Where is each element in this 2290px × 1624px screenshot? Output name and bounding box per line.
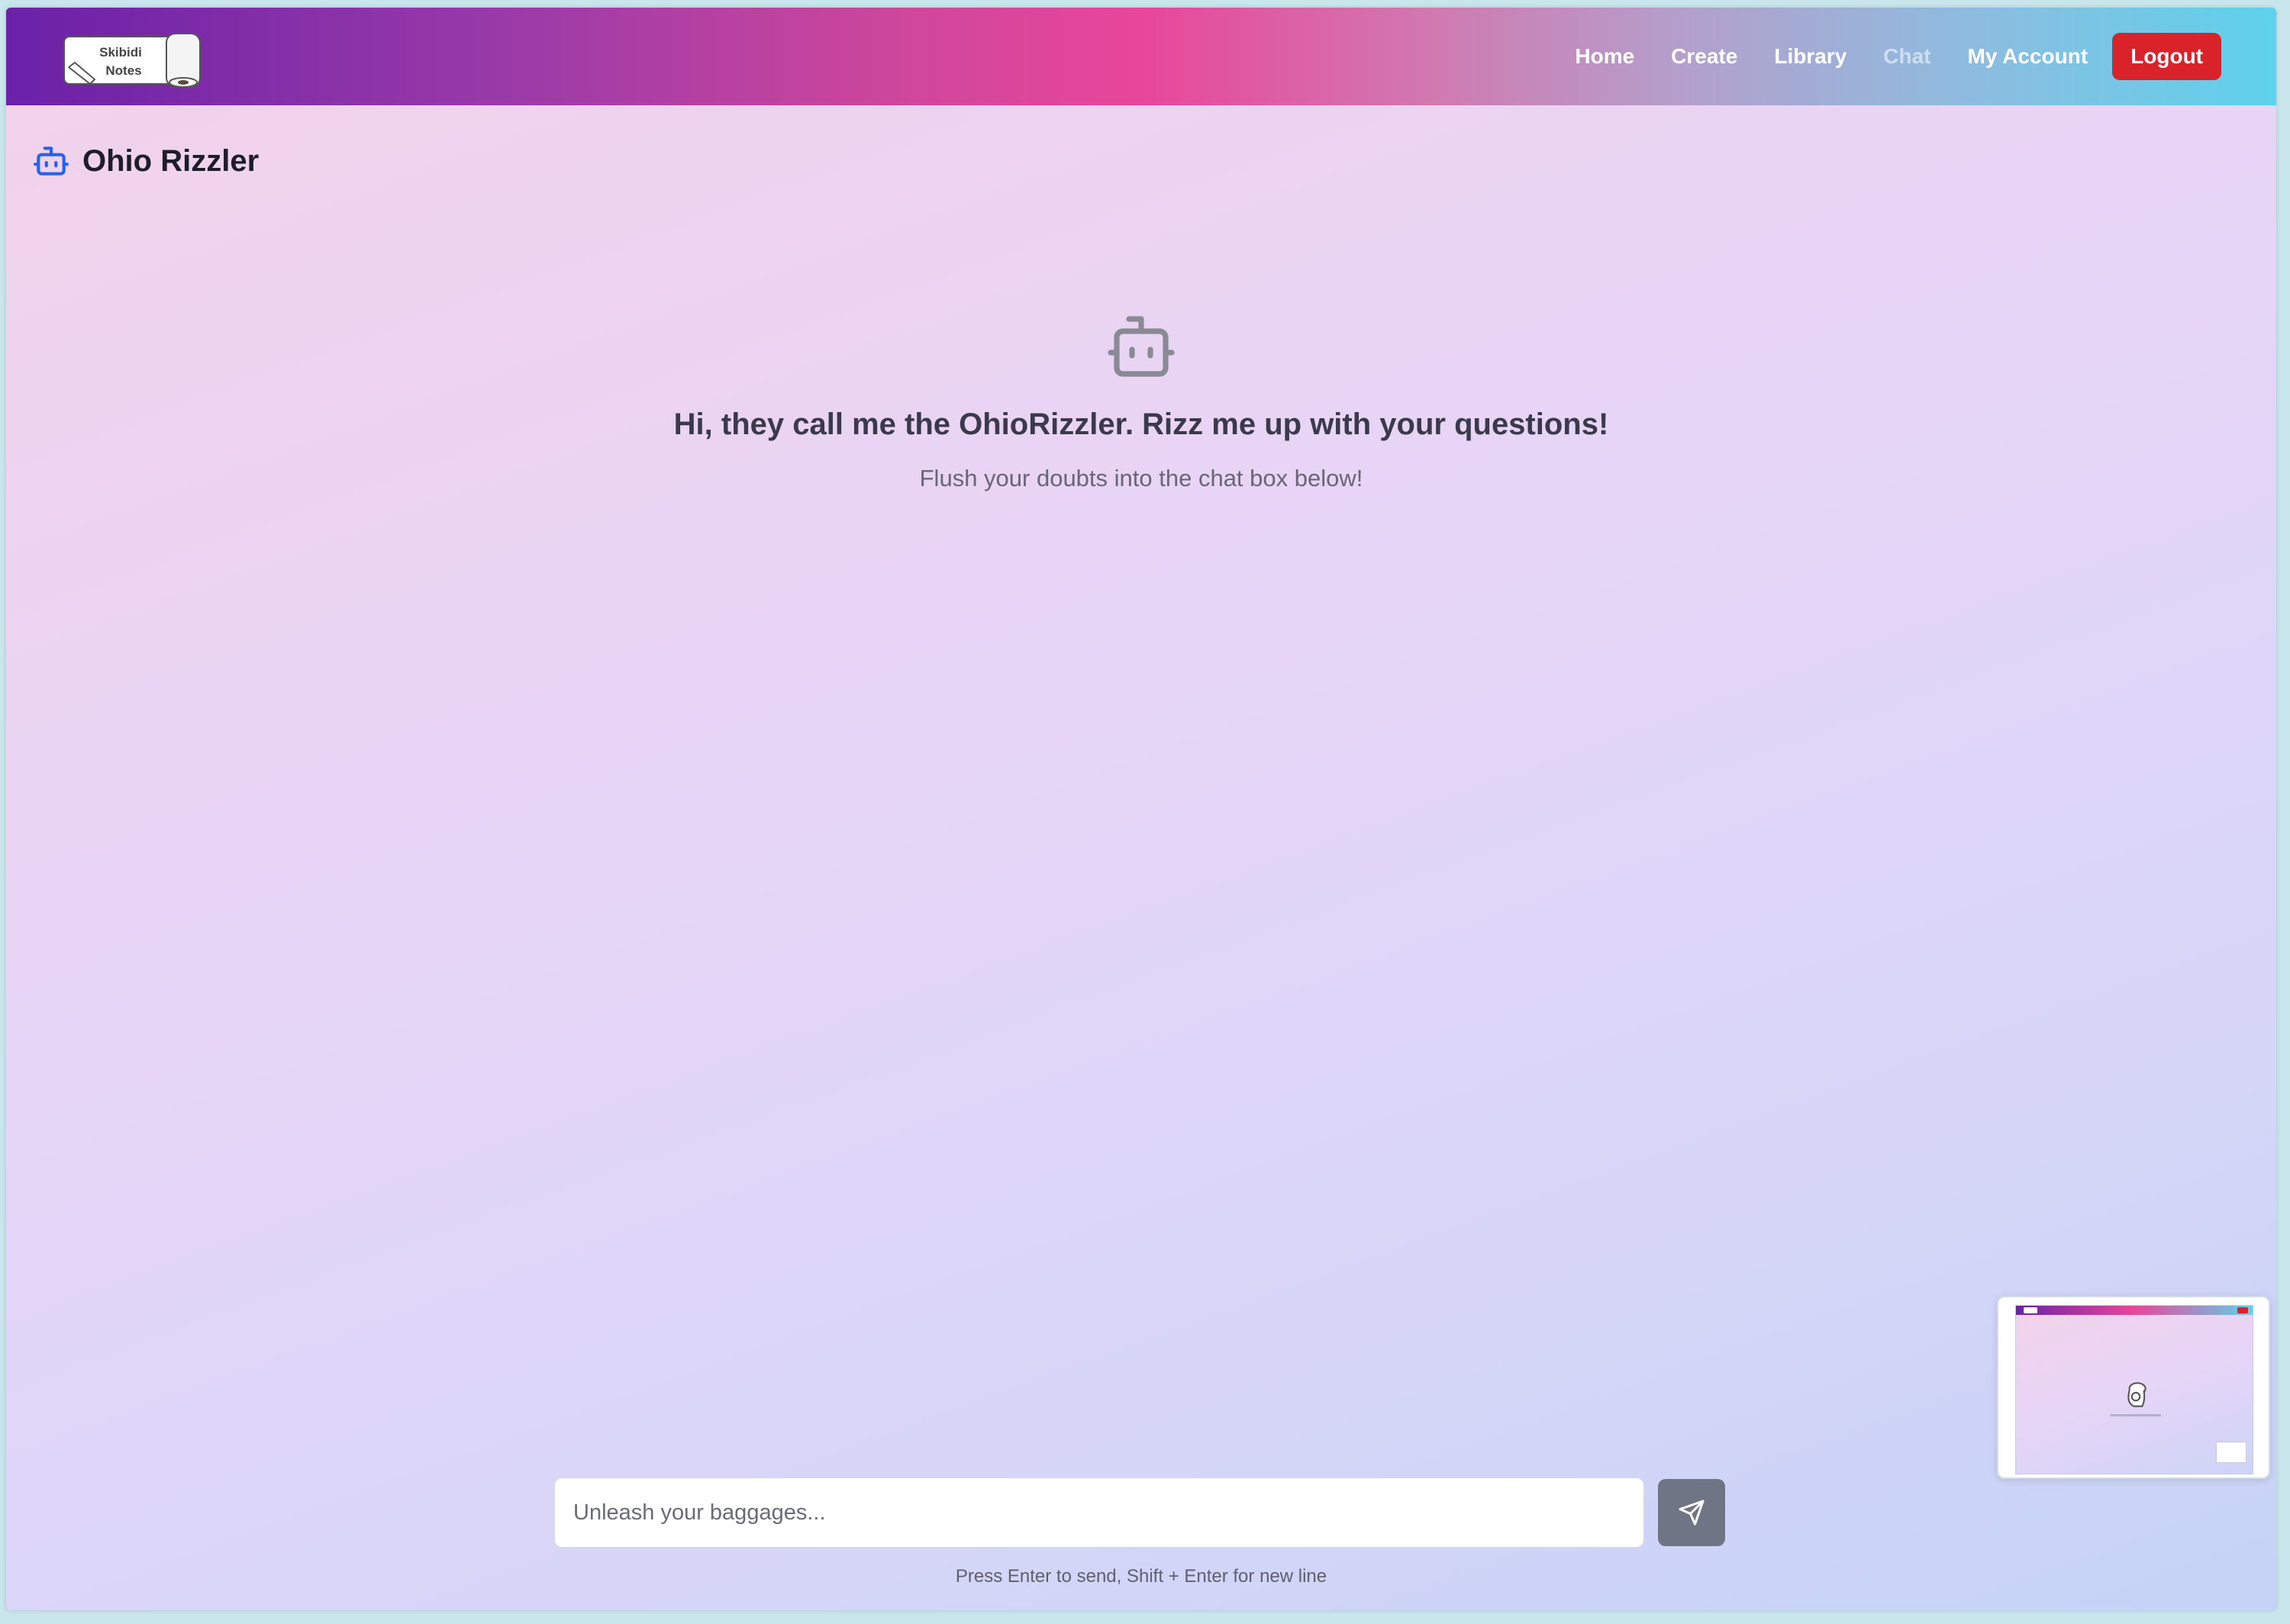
thumbnail-mascot-icon	[2127, 1382, 2146, 1407]
screen-preview-thumbnail[interactable]	[1997, 1296, 2270, 1479]
thumbnail-nested-preview	[2216, 1442, 2246, 1463]
nav-link-create[interactable]: Create	[1671, 44, 1737, 69]
bot-icon	[1108, 316, 1175, 377]
composer-hint: Press Enter to send, Shift + Enter for n…	[955, 1566, 1327, 1587]
welcome-subtitle: Flush your doubts into the chat box belo…	[919, 465, 1363, 491]
bot-icon	[34, 147, 69, 176]
send-button[interactable]	[1658, 1479, 1725, 1546]
welcome-section: Hi, they call me the OhioRizzler. Rizz m…	[6, 316, 2276, 492]
thumbnail-logo	[2024, 1307, 2037, 1313]
page-title: Ohio Rizzler	[82, 143, 260, 178]
logout-button[interactable]: Logout	[2112, 33, 2221, 80]
logo-line1: Skibidi	[99, 45, 142, 60]
thumbnail-navbar	[2016, 1306, 2253, 1315]
nav-link-my-account[interactable]: My Account	[1968, 44, 2088, 69]
send-icon	[1679, 1500, 1705, 1526]
skibidi-notes-logo[interactable]: Skibidi Notes	[60, 27, 205, 93]
thumbnail-logout	[2237, 1307, 2248, 1313]
logo-line2: Notes	[105, 63, 141, 78]
page-header: Ohio Rizzler	[32, 134, 259, 188]
nav-links: Home Create Library Chat My Account Logo…	[1538, 32, 2221, 81]
navbar: Skibidi Notes Home Create Library Chat M…	[6, 8, 2276, 105]
chat-composer	[554, 1477, 1730, 1548]
welcome-title: Hi, they call me the OhioRizzler. Rizz m…	[673, 408, 1609, 441]
thumbnail-page	[2015, 1305, 2253, 1474]
nav-link-home[interactable]: Home	[1575, 44, 1634, 69]
nav-link-chat[interactable]: Chat	[1883, 44, 1930, 69]
nav-link-library[interactable]: Library	[1774, 44, 1847, 69]
chat-input[interactable]	[554, 1477, 1644, 1548]
app-window: Skibidi Notes Home Create Library Chat M…	[6, 8, 2276, 1610]
thumbnail-text	[2111, 1414, 2161, 1416]
